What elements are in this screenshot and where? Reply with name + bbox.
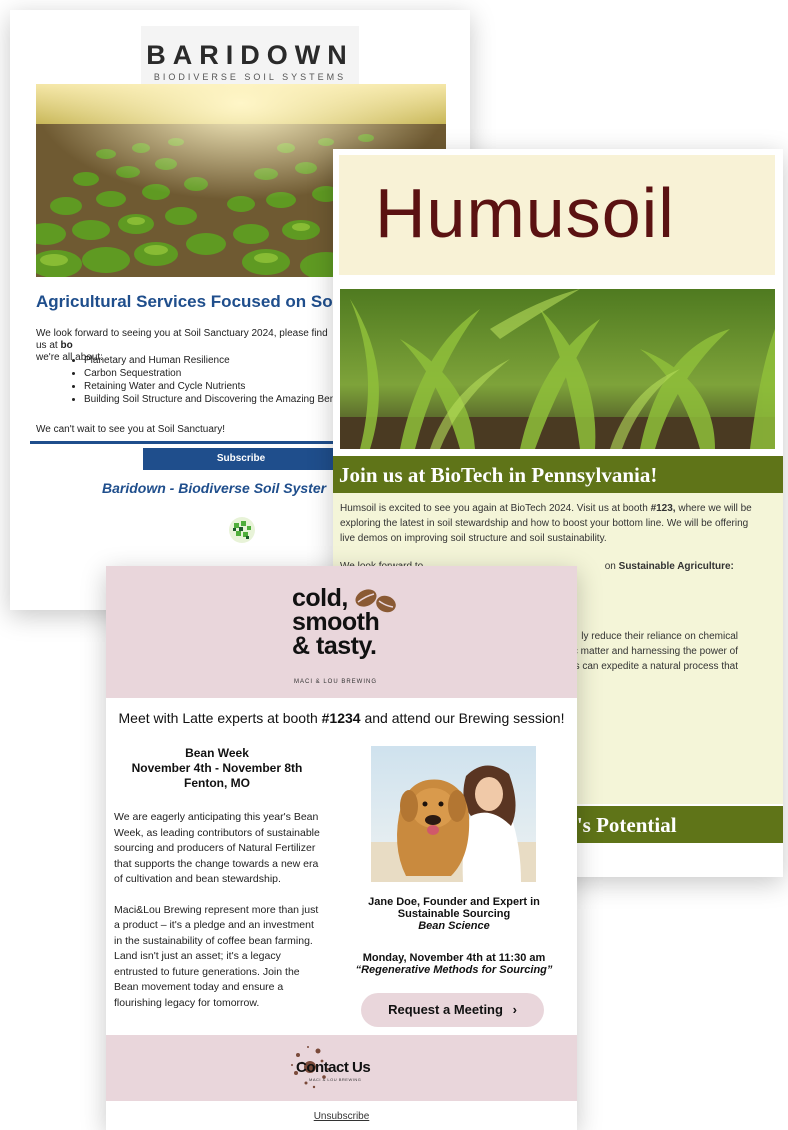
corn-field-image [340,289,775,449]
humusoil-paragraph-1: Humsoil is excited to see you again at B… [340,503,752,544]
speaker-org: Bean Science [418,920,490,932]
list-item: Carbon Sequestration [84,367,354,380]
humusoil-band2-title: l's Potential [571,813,677,837]
contact-subtitle: MACI & LOU BREWING [309,1077,362,1082]
speaker-info: Jane Doe, Founder and Expert in Sustaina… [344,896,564,932]
maci-body-copy: We are eagerly anticipating this year's … [114,810,324,1026]
humusoil-logo: Humusoil [339,155,775,275]
event-dates: November 4th - November 8th [131,761,303,775]
session-time: Monday, November 4th at 11:30 am [362,952,546,964]
humusoil-logo-text: Humusoil [375,174,675,252]
baridown-closing: We can't wait to see you at Soil Sanctua… [36,424,226,435]
request-meeting-label: Request a Meeting [388,1002,503,1017]
baridown-logo: BARIDOWN BIODIVERSE SOIL SYSTEMS [141,26,359,84]
event-location: Fenton, MO [184,776,250,790]
session-title: “Regenerative Methods for Sourcing” [355,964,553,976]
baridown-headline: Agricultural Services Focused on Soil Ma [36,292,371,311]
baridown-benefits-list: Planetary and Human Resilience Carbon Se… [70,354,365,406]
maci-footer: Contact Us MACI & LOU BREWING [106,1035,577,1101]
subscribe-button[interactable]: Subscribe [143,448,339,470]
speaker-photo [371,746,536,882]
baridown-signature: Baridown - Biodiverse Soil Syster [102,480,327,496]
event-details: Bean Week November 4th - November 8th Fe… [115,746,319,791]
brand-line: & tasty. [292,632,377,660]
list-item: Retaining Water and Cycle Nutrients [84,380,354,393]
request-meeting-button[interactable]: Request a Meeting › [361,993,544,1027]
baridown-badge-icon [228,516,256,544]
maci-lou-email-card: cold, smooth & tasty. MACI & LOU BREWING… [106,566,577,1130]
body-paragraph: Maci&Lou Brewing represent more than jus… [114,903,319,1009]
humusoil-title-band: Join us at BioTech in Pennsylvania! [333,456,783,493]
session-info: Monday, November 4th at 11:30 am “Regene… [344,952,564,976]
maci-lead-text: Meet with Latte experts at booth #1234 a… [118,710,565,726]
chevron-right-icon: › [512,1002,517,1017]
body-paragraph: We are eagerly anticipating this year's … [114,811,320,885]
event-name: Bean Week [185,746,249,760]
maci-header: cold, smooth & tasty. MACI & LOU BREWING [106,566,577,698]
maci-brand-subtitle: MACI & LOU BREWING [294,679,378,685]
speaker-name: Jane Doe, Founder and Expert in Sustaina… [368,896,540,920]
baridown-logo-name: BARIDOWN [146,40,354,70]
contact-us-link[interactable]: Contact Us [296,1059,371,1076]
baridown-logo-tagline: BIODIVERSE SOIL SYSTEMS [153,72,347,82]
unsubscribe-link[interactable]: Unsubscribe [106,1111,577,1122]
list-item: Building Soil Structure and Discovering … [84,393,365,406]
coffee-beans-icon [352,582,400,622]
humusoil-band-title: Join us at BioTech in Pennsylvania! [339,463,658,487]
list-item: Planetary and Human Resilience [84,354,354,367]
